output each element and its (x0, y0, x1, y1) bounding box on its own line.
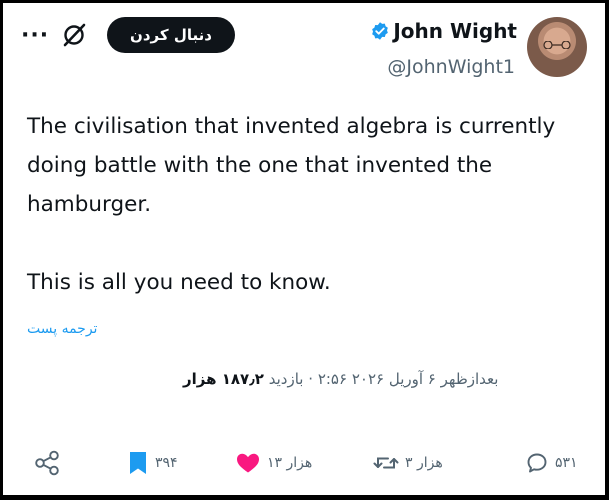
verified-badge-icon (372, 22, 389, 40)
glasses-graphic (543, 41, 571, 49)
avatar[interactable] (527, 17, 587, 77)
reply-button[interactable]: ۵۳۱ (525, 443, 578, 483)
translate-post-link[interactable]: ترجمه پست (27, 321, 97, 337)
meta-separator: · (308, 370, 314, 388)
tweet-meta: بعدازظهر ۶ آوریل ۲۰۲۶ ۲:۵۶ · بازدید ۱۸۷٫… (183, 370, 498, 388)
tweet-card: John Wight @JohnWight1 دنبال کردن ··· Th… (3, 3, 605, 495)
follow-button[interactable]: دنبال کردن (107, 17, 235, 53)
author-display-name: John Wight (393, 19, 517, 43)
views-count: ۱۸۷٫۲ هزار (183, 370, 264, 388)
repost-button[interactable]: ۳ هزار (373, 443, 443, 483)
grok-icon[interactable] (61, 22, 87, 48)
views-label: بازدید (268, 370, 304, 388)
like-button[interactable]: ۱۳ هزار (235, 443, 312, 483)
action-bar: ۵۳۱ ۳ هزار ۱۳ هزار ۳۹۴ (3, 443, 605, 483)
repost-icon (373, 457, 399, 469)
repost-count: ۳ هزار (405, 455, 443, 471)
author-name-row[interactable]: John Wight (370, 19, 517, 43)
reply-count: ۵۳۱ (555, 455, 578, 471)
share-button[interactable] (33, 443, 61, 483)
bookmark-icon (130, 452, 146, 474)
like-count: ۱۳ هزار (267, 455, 313, 471)
tweet-text: The civilisation that invented algebra i… (27, 114, 556, 295)
heart-icon (237, 453, 259, 473)
author-handle[interactable]: @JohnWight1 (387, 56, 515, 78)
share-icon (35, 450, 59, 476)
bookmark-button[interactable]: ۳۹۴ (127, 443, 178, 483)
reply-icon (527, 453, 547, 473)
more-icon[interactable]: ··· (21, 23, 49, 48)
timestamp[interactable]: بعدازظهر ۶ آوریل ۲۰۲۶ ۲:۵۶ (318, 370, 499, 388)
bookmark-count: ۳۹۴ (155, 455, 178, 471)
